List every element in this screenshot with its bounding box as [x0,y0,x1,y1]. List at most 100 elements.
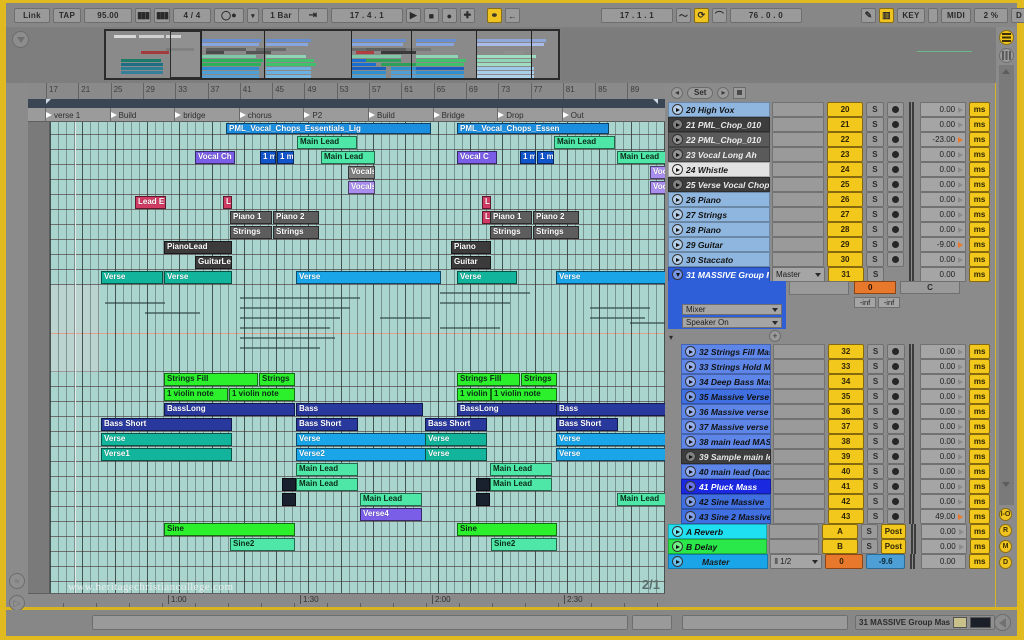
returns-toggle-button[interactable]: R [999,524,1012,537]
arm-record-button[interactable] [887,102,904,117]
arm-record-button[interactable] [887,252,904,267]
track-name-cell[interactable]: 33 Strings Hold Mas [681,359,771,374]
track-play-icon[interactable] [685,481,696,492]
locator-marker[interactable]: Out [563,108,584,122]
delay-slider-handle[interactable] [958,212,963,218]
playhead[interactable] [75,122,76,607]
solo-button[interactable]: S [866,222,883,237]
arrangement-clip[interactable]: Main Lead [490,463,552,476]
group-empty-slot[interactable] [789,281,849,295]
clip-slot[interactable] [772,222,824,237]
delay-slider-handle[interactable] [958,484,963,490]
delay-unit-button[interactable]: ms [969,404,990,419]
punch-in-toggle-icon[interactable]: 〜 [676,8,691,23]
clip-slot[interactable] [773,434,824,449]
arrangement-clip[interactable]: Strings [259,373,295,386]
delay-slider-handle[interactable] [959,544,964,550]
arm-record-button[interactable] [887,162,904,177]
arm-record-button[interactable] [887,192,904,207]
track-delay-field[interactable]: 0.00 [920,449,966,464]
delay-slider-handle[interactable] [958,394,963,400]
track-delay-field[interactable]: 0.00 [920,344,966,359]
track-play-icon[interactable] [672,149,683,160]
arrangement-clip[interactable]: Guitar [451,256,491,269]
rail-down-arrow-icon[interactable] [1002,482,1010,487]
track-play-icon[interactable] [672,209,683,220]
track-name-cell[interactable]: 42 Sine Massive [681,494,771,509]
arrangement-clip[interactable]: Verse2 [296,448,426,461]
arrangement-clip[interactable]: Vocal C [457,151,497,164]
arrangement-clip[interactable]: Verse [101,433,232,446]
arrangement-tracks[interactable]: PML_Vocal_Chops_Essentials_LigPML_Vocal_… [28,122,665,607]
arrangement-clip[interactable]: Piano 2 [273,211,319,224]
arrangement-clip[interactable]: GuitarLe [195,256,232,269]
track-row[interactable]: 24 Whistle24S0.00ms [668,162,990,177]
track-row[interactable]: 29 Guitar29S-9.00ms [668,237,990,252]
arrangement-clip[interactable]: Piano 1 [230,211,272,224]
track-activator-button[interactable]: 43 [828,509,864,524]
track-delay-field[interactable]: 0.00 [921,524,966,539]
stop-all-clips-icon[interactable] [733,87,746,99]
arrangement-clip[interactable]: 1 violin note [491,388,557,401]
clip-slot[interactable] [772,162,824,177]
arrangement-clip[interactable]: Bass Short [556,418,618,431]
track-name-cell[interactable]: 35 Massive Verse s [681,389,771,404]
tempo-field[interactable]: 95.00 [84,8,132,23]
delay-unit-button[interactable]: ms [969,177,990,192]
arrangement-clip[interactable]: Main Lead [554,136,615,149]
arrangement-clip[interactable]: Vocals [348,166,375,179]
delay-unit-button[interactable]: ms [969,374,990,389]
mixer-toggle-button[interactable]: M [999,540,1012,553]
delay-slider-handle[interactable] [958,454,963,460]
locator-marker[interactable]: chorus [240,108,272,122]
arrangement-clip[interactable]: 1 violin [457,388,491,401]
track-delay-field[interactable]: 0.00 [920,419,966,434]
arrangement-clip[interactable] [282,493,296,506]
arrangement-clip[interactable]: Main Lead [296,478,358,491]
arrangement-clip[interactable]: Verse [457,271,517,284]
arrangement-clip[interactable]: Sine [164,523,295,536]
locator-bar[interactable]: verse 1BuildbridgechorusP2BuildBridgeDro… [28,108,665,122]
track-activator-button[interactable]: 27 [827,207,863,222]
track-row[interactable]: 40 main lead (backg40S0.00ms [681,464,990,479]
arrangement-clip[interactable]: Sine2 [491,538,557,551]
clip-slot[interactable] [773,389,824,404]
arrangement-clip[interactable]: PianoLead [164,241,232,254]
locator-marker[interactable]: P2 [304,108,322,122]
overview-collapse-icon[interactable] [12,31,29,48]
help-view-icon[interactable] [994,614,1011,631]
track-row[interactable]: 26 Piano26S0.00ms [668,192,990,207]
delay-slider-handle[interactable] [958,182,963,188]
follow-icon[interactable]: ▥ [879,8,894,23]
track-delay-field[interactable]: 0.00 [920,464,966,479]
track-name-cell[interactable]: 38 main lead MASSI [681,434,771,449]
play-button[interactable]: ▶ [406,8,421,23]
punch-in-icon[interactable]: ⚭ [487,8,502,23]
scene-prev-icon[interactable]: ◂ [671,87,683,99]
clip-slot[interactable] [772,237,824,252]
track-play-icon[interactable] [685,511,696,522]
solo-button[interactable]: S [867,374,884,389]
arrangement-clip[interactable]: Verse [296,271,441,284]
track-activator-button[interactable]: 24 [827,162,863,177]
clip-slot[interactable] [772,252,824,267]
arrangement-clip[interactable]: 1 m [520,151,536,164]
track-row[interactable]: 36 Massive verse sy36S0.00ms [681,404,990,419]
clip-slot[interactable] [772,102,824,117]
track-activator-button[interactable]: 37 [828,419,864,434]
master-track-row[interactable]: Master⦀ 1/2 0-9.60.00ms [668,554,990,569]
monitor-button[interactable]: Post [881,524,906,539]
clip-slot[interactable] [773,479,824,494]
group-collapse-icon[interactable] [672,269,683,280]
io-toggle-button[interactable]: I-O [999,508,1012,521]
arm-record-button[interactable] [887,494,904,509]
bar-ruler[interactable]: 17212529333741454953576165697377818589 [28,83,665,99]
delay-unit-button[interactable]: ms [969,464,990,479]
delay-unit-button[interactable]: ms [969,479,990,494]
link-button[interactable]: Link [14,8,50,23]
arrangement-overview[interactable] [104,29,560,80]
track-play-icon[interactable] [672,239,683,250]
track-delay-field[interactable]: 0.00 [920,117,966,132]
arrangement-clip[interactable]: L [482,196,491,209]
arrangement-clip[interactable]: Vocals [650,181,665,194]
